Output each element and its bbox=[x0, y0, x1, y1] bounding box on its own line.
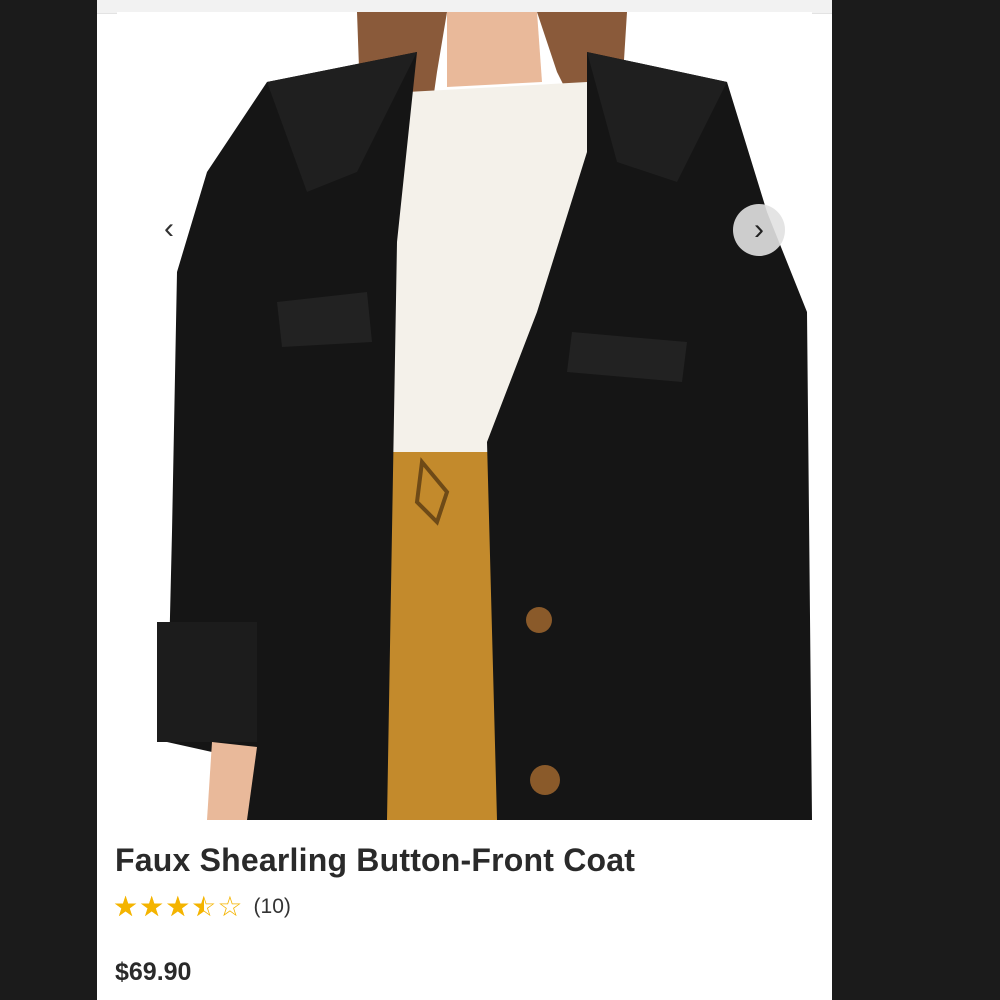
coat-photo bbox=[117, 12, 812, 820]
product-price: $69.90 bbox=[115, 958, 192, 986]
product-image[interactable] bbox=[117, 12, 812, 820]
product-title: Faux Shearling Button-Front Coat bbox=[115, 842, 636, 878]
star-filled-icons: ★★★★★ bbox=[113, 893, 204, 921]
chevron-left-icon[interactable]: ‹ bbox=[150, 210, 188, 248]
rating-count[interactable]: (10) bbox=[254, 895, 291, 919]
product-rating[interactable]: ☆☆☆☆☆ ★★★★★ (10) bbox=[113, 889, 291, 925]
chevron-right-icon[interactable]: › bbox=[733, 204, 785, 256]
star-rating-icon: ☆☆☆☆☆ ★★★★★ bbox=[113, 893, 244, 921]
